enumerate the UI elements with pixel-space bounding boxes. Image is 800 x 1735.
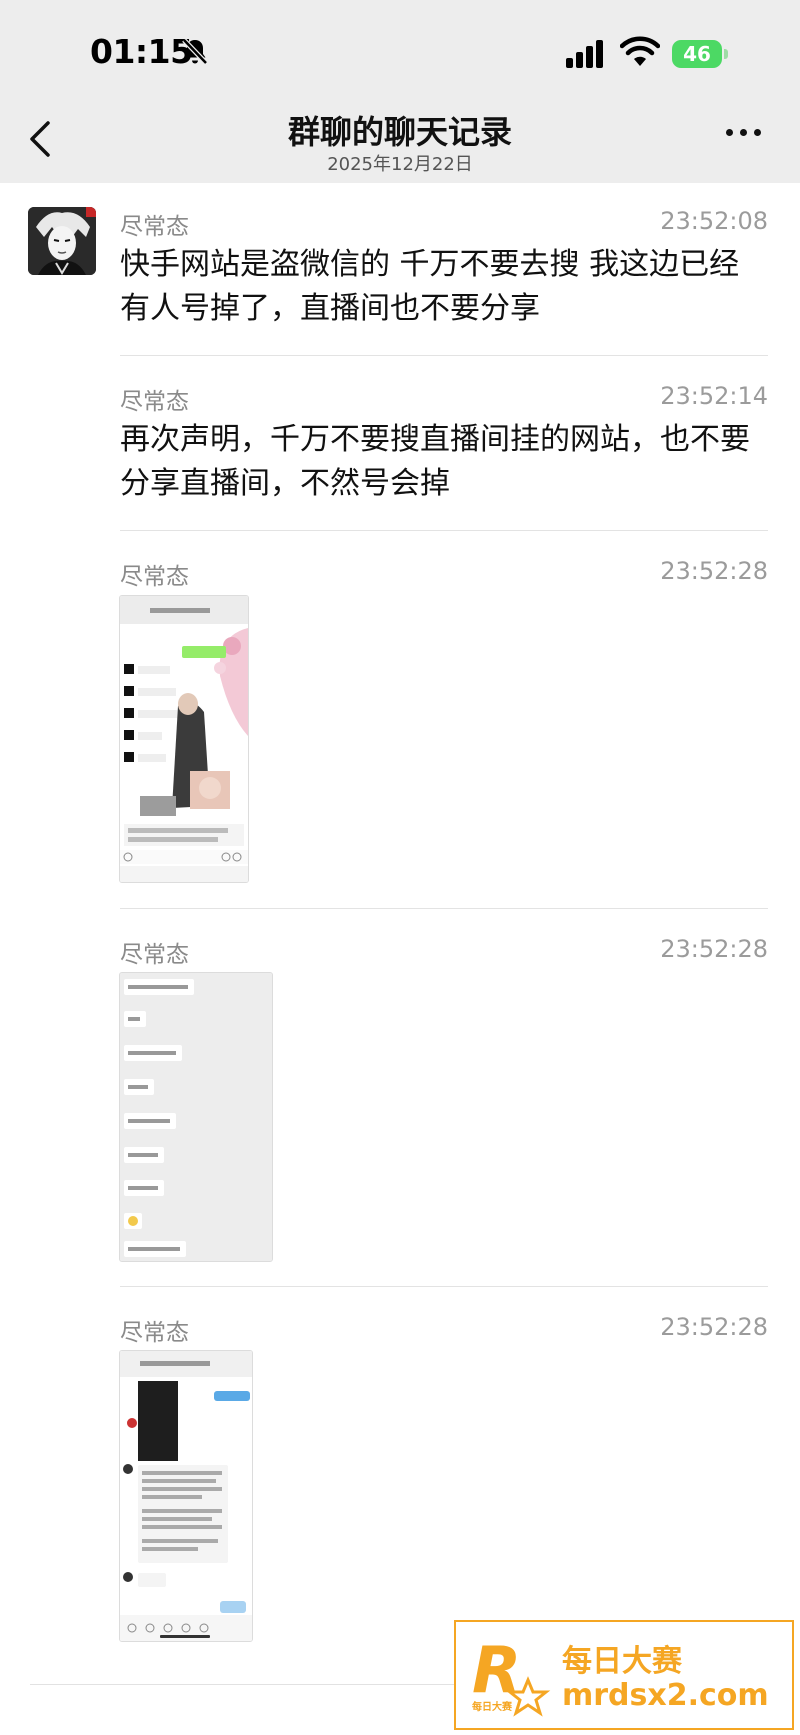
watermark-logo-text: 每日大赛: [472, 1700, 513, 1713]
divider: [120, 530, 768, 531]
image-attachment-1[interactable]: [119, 595, 249, 883]
status-bar: 01:15 46: [0, 0, 800, 95]
battery-icon: 46: [672, 40, 728, 68]
message-1[interactable]: 尽常态 23:52:08 快手网站是盗微信的 千万不要去搜 我这边已经有人号掉了…: [120, 207, 768, 326]
chat-screenshot-thumbnail: [120, 973, 272, 1261]
image-attachment-2[interactable]: [119, 972, 273, 1262]
message-sender: 尽常态: [120, 942, 189, 968]
bell-muted-icon: [182, 38, 208, 65]
divider: [120, 1286, 768, 1287]
page-title: 群聊的聊天记录: [287, 113, 512, 151]
more-options-icon[interactable]: [724, 125, 764, 137]
message-sender: 尽常态: [120, 389, 189, 415]
chat-screenshot-thumbnail: [120, 1351, 252, 1641]
status-time: 01:15: [90, 32, 193, 71]
message-2[interactable]: 尽常态 23:52:14 再次声明，千万不要搜直播间挂的网站，也不要分享直播间，…: [120, 382, 768, 501]
message-sender: 尽常态: [120, 564, 189, 590]
message-time: 23:52:14: [660, 382, 768, 410]
image-attachment-3[interactable]: [119, 1350, 253, 1642]
nav-bar: 群聊的聊天记录 2025年12月22日: [0, 95, 800, 183]
message-time: 23:52:28: [660, 935, 768, 963]
message-time: 23:52:08: [660, 207, 768, 235]
message-text: 快手网站是盗微信的 千万不要去搜 我这边已经有人号掉了，直播间也不要分享: [120, 247, 740, 326]
message-3: 尽常态 23:52:28: [120, 557, 768, 597]
watermark-banner: R 每日大赛 每日大赛 mrdsx2.com: [454, 1620, 794, 1730]
cellular-signal-icon: [566, 40, 603, 68]
message-time: 23:52:28: [660, 557, 768, 585]
page-date: 2025年12月22日: [327, 154, 473, 175]
battery-level: 46: [683, 42, 711, 66]
avatar-illustration: [28, 207, 96, 275]
message-time: 23:52:28: [660, 1313, 768, 1341]
message-4: 尽常态 23:52:28: [120, 935, 768, 975]
message-sender: 尽常态: [120, 1320, 189, 1346]
avatar[interactable]: [28, 207, 96, 275]
message-sender: 尽常态: [120, 214, 189, 240]
chat-screenshot-thumbnail: [120, 596, 248, 882]
message-text: 再次声明，千万不要搜直播间挂的网站，也不要分享直播间，不然号会掉: [120, 422, 750, 501]
watermark-logo-icon: R 每日大赛: [472, 1634, 551, 1717]
divider: [120, 908, 768, 909]
divider: [120, 355, 768, 356]
message-5: 尽常态 23:52:28: [120, 1313, 768, 1353]
wifi-icon: [620, 36, 660, 66]
watermark-name: 每日大赛: [562, 1644, 682, 1679]
watermark-url: mrdsx2.com: [562, 1678, 769, 1713]
